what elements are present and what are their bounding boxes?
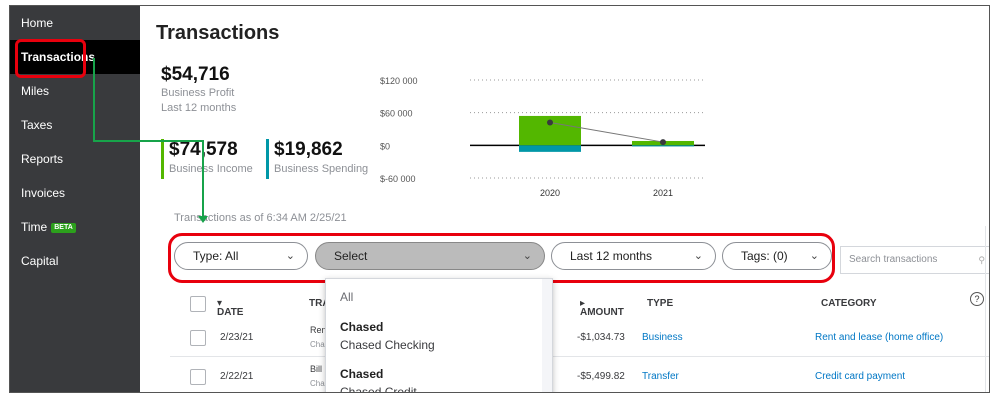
profit-period: Last 12 months	[161, 102, 237, 114]
account-select-label: Select	[334, 249, 368, 263]
row-date: 2/22/21	[220, 371, 254, 382]
spending-label: Business Spending	[274, 163, 369, 175]
row-amount: -$1,034.73	[577, 332, 625, 343]
profit-value: $54,716	[161, 64, 230, 85]
help-icon[interactable]: ?	[970, 292, 984, 306]
row-type[interactable]: Transfer	[642, 371, 679, 382]
row-checkbox[interactable]	[190, 369, 206, 385]
spending-value: $19,862	[274, 139, 343, 160]
annotation-arrow	[202, 140, 204, 218]
income-value: $74,578	[169, 139, 253, 161]
annotation-arrow	[93, 140, 203, 142]
search-input[interactable]: Search transactions ⚲	[840, 246, 989, 274]
x-tick-label: 2021	[653, 188, 673, 198]
search-placeholder: Search transactions	[849, 254, 938, 265]
account-select[interactable]: Select ⌄	[315, 242, 545, 270]
annotation-arrow	[93, 58, 95, 142]
row-amount: -$5,499.82	[577, 371, 625, 382]
y-tick-label: $0	[380, 141, 390, 151]
table-header: DATE ▾ TRA AMOUNT ▸ TYPE CATEGORY	[170, 289, 989, 319]
date-column-header[interactable]: DATE ▾	[217, 298, 243, 318]
table-row[interactable]: 2/23/21 Ren Cha -$1,034.73 Business Rent…	[170, 319, 989, 357]
sidebar-item-reports[interactable]: Reports	[10, 142, 140, 176]
dropdown-option-all[interactable]: All	[340, 290, 353, 304]
account-dropdown-menu: All Chased Chased Checking Chased Chased…	[325, 278, 553, 392]
dropdown-option-chased-credit[interactable]: Chased Credit	[340, 385, 417, 392]
row-category[interactable]: Credit card payment	[815, 371, 905, 382]
divider	[985, 226, 986, 392]
row-date: 2/23/21	[220, 332, 254, 343]
type-filter[interactable]: Type: All ⌄	[174, 242, 308, 270]
chevron-down-icon: ⌄	[809, 250, 819, 262]
table-row[interactable]: 2/22/21 Bill Cha -$5,499.82 Transfer Cre…	[170, 358, 989, 392]
spending-bar	[632, 145, 694, 147]
beta-badge: BETA	[51, 222, 76, 233]
sidebar-item-label: Capital	[21, 254, 59, 268]
sidebar-item-label: Transactions	[21, 50, 96, 64]
row-checkbox[interactable]	[190, 330, 206, 346]
sidebar-item-label: Invoices	[21, 186, 66, 200]
page-title: Transactions	[156, 22, 280, 44]
sidebar-item-invoices[interactable]: Invoices	[10, 176, 140, 210]
type-column-header[interactable]: TYPE	[647, 298, 673, 309]
sidebar-item-label: Home	[21, 16, 54, 30]
dropdown-group-label: Chased	[340, 367, 384, 381]
y-tick-label: $60 000	[380, 109, 413, 119]
sidebar-item-taxes[interactable]: Taxes	[10, 108, 140, 142]
type-filter-label: Type: All	[193, 249, 239, 263]
period-filter-label: Last 12 months	[570, 249, 653, 263]
x-tick-label: 2020	[540, 188, 560, 198]
sidebar-item-label: Time	[21, 220, 48, 234]
sidebar-item-time[interactable]: Time BETA	[10, 210, 140, 244]
row-category[interactable]: Rent and lease (home office)	[815, 332, 943, 343]
tags-filter[interactable]: Tags: (0) ⌄	[722, 242, 832, 270]
chevron-down-icon: ⌄	[522, 250, 532, 262]
row-type[interactable]: Business	[642, 332, 683, 343]
row-account: Cha	[310, 379, 325, 388]
dropdown-group-label: Chased	[340, 320, 384, 334]
arrow-head-icon	[198, 216, 208, 223]
income-label: Business Income	[169, 163, 253, 175]
y-tick-label: $-60 000	[380, 174, 416, 184]
search-icon: ⚲	[978, 255, 985, 265]
row-description: Bill	[310, 364, 323, 374]
sidebar-item-miles[interactable]: Miles	[10, 74, 140, 108]
sidebar-item-label: Miles	[21, 84, 50, 98]
spending-bar	[519, 145, 581, 152]
sidebar-item-transactions[interactable]: Transactions	[10, 40, 140, 74]
sidebar: Home Transactions Miles Taxes Reports In…	[10, 6, 140, 392]
profit-label: Business Profit	[161, 87, 235, 99]
sidebar-item-label: Reports	[21, 152, 64, 166]
profit-point	[660, 139, 666, 146]
sidebar-item-home[interactable]: Home	[10, 6, 140, 40]
income-metric: $74,578 Business Income	[161, 139, 253, 179]
app-window: Home Transactions Miles Taxes Reports In…	[9, 5, 990, 393]
dropdown-scrollbar[interactable]	[542, 279, 552, 392]
tags-filter-label: Tags: (0)	[741, 249, 788, 263]
sidebar-item-label: Taxes	[21, 118, 53, 132]
sidebar-item-capital[interactable]: Capital	[10, 244, 140, 278]
chevron-down-icon: ⌄	[693, 250, 703, 262]
y-tick-label: $120 000	[380, 76, 418, 86]
spending-metric: $19,862 Business Spending	[266, 139, 368, 179]
period-filter[interactable]: Last 12 months ⌄	[551, 242, 716, 270]
row-account: Cha	[310, 340, 325, 349]
amount-column-header[interactable]: AMOUNT ▸	[580, 298, 624, 318]
profit-chart: $120 000 $60 000 $0 $-60 000 2020 2021	[380, 76, 705, 198]
main-content: Transactions $54,716 Business Profit Las…	[140, 6, 989, 392]
select-all-checkbox[interactable]	[190, 296, 206, 312]
category-column-header[interactable]: CATEGORY	[821, 298, 877, 309]
profit-point	[547, 119, 553, 126]
dropdown-option-chased-checking[interactable]: Chased Checking	[340, 338, 435, 352]
chevron-down-icon: ⌄	[285, 250, 295, 262]
